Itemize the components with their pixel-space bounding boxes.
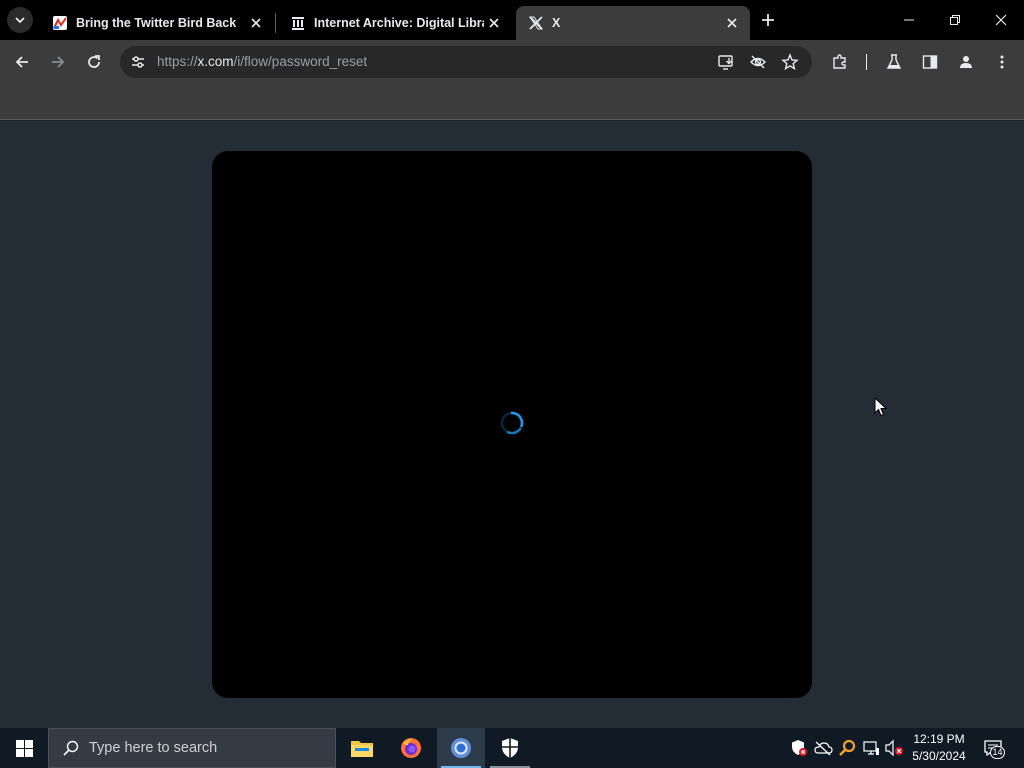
notification-count-badge: 14 xyxy=(990,746,1005,759)
minimize-button[interactable] xyxy=(886,0,932,40)
windows-logo-icon xyxy=(15,739,33,757)
bookmark-star-icon[interactable] xyxy=(778,50,802,74)
close-tab-icon[interactable] xyxy=(722,13,742,33)
arrow-left-icon xyxy=(15,56,28,68)
tray-search-tool[interactable] xyxy=(837,738,857,758)
firefox-icon xyxy=(401,738,421,758)
site-info-icon[interactable] xyxy=(126,50,150,74)
page-content xyxy=(0,121,1024,728)
tray-security-alert[interactable] xyxy=(789,738,809,758)
loading-spinner-icon xyxy=(500,411,524,435)
restore-icon xyxy=(950,15,960,25)
close-tab-icon[interactable] xyxy=(484,13,504,33)
plus-icon xyxy=(762,14,774,26)
file-explorer-icon xyxy=(351,741,373,757)
url-scheme: https:// xyxy=(157,54,198,69)
twitter-bird-extension-icon xyxy=(52,15,68,31)
profile-button[interactable] xyxy=(952,48,980,76)
tray-network[interactable] xyxy=(861,738,881,758)
tab-title: Bring the Twitter Bird Back xyxy=(76,16,237,30)
search-icon xyxy=(61,738,81,758)
browser-menu-button[interactable] xyxy=(988,48,1016,76)
tab-separator xyxy=(275,13,276,33)
taskbar-chrome[interactable] xyxy=(437,728,485,768)
browser-toolbar: https://x.com/i/flow/password_reset xyxy=(0,40,1024,84)
x-logo-icon xyxy=(528,15,544,31)
puzzle-icon xyxy=(833,54,846,69)
restore-button[interactable] xyxy=(932,0,978,40)
chrome-icon xyxy=(451,738,471,758)
search-placeholder: Type here to search xyxy=(89,740,218,756)
labs-button[interactable] xyxy=(880,48,908,76)
url-text[interactable]: https://x.com/i/flow/password_reset xyxy=(157,54,367,69)
url-path: /i/flow/password_reset xyxy=(233,54,368,69)
chevron-down-icon xyxy=(15,17,25,24)
bookmarks-bar xyxy=(0,84,1024,120)
tab-search-button[interactable] xyxy=(7,7,33,33)
forward-button[interactable] xyxy=(44,48,72,76)
tab-title: X xyxy=(552,16,561,30)
extensions-button[interactable] xyxy=(826,48,854,76)
password-reset-modal xyxy=(212,151,812,698)
clock-time: 12:19 PM xyxy=(913,732,965,746)
reload-icon xyxy=(88,55,100,68)
internet-archive-icon xyxy=(290,15,306,31)
taskbar-file-explorer[interactable] xyxy=(338,728,386,768)
close-window-button[interactable] xyxy=(978,0,1024,40)
tab-x[interactable]: X xyxy=(516,6,750,40)
flask-icon xyxy=(886,54,902,69)
tracking-protection-eye-off-icon[interactable] xyxy=(746,50,770,74)
tray-onedrive[interactable] xyxy=(813,738,833,758)
side-panel-icon xyxy=(922,55,938,69)
network-icon xyxy=(863,741,879,755)
tab-internet-archive[interactable]: Internet Archive: Digital Library xyxy=(278,6,512,40)
url-host: x.com xyxy=(197,54,234,69)
reload-button[interactable] xyxy=(80,48,108,76)
more-vertical-icon xyxy=(1000,55,1004,69)
windows-security-icon xyxy=(502,738,518,758)
cloud-off-icon xyxy=(814,741,833,756)
close-tab-icon[interactable] xyxy=(246,13,266,33)
back-button[interactable] xyxy=(8,48,36,76)
taskbar-firefox[interactable] xyxy=(387,728,435,768)
tray-volume[interactable] xyxy=(884,738,904,758)
windows-taskbar: Type here to search 12:19 PM 5/30/2024 1… xyxy=(0,728,1024,768)
tab-title: Internet Archive: Digital Library xyxy=(314,16,484,30)
toolbar-divider xyxy=(866,54,867,70)
address-bar[interactable]: https://x.com/i/flow/password_reset xyxy=(120,46,812,78)
system-clock[interactable]: 12:19 PM 5/30/2024 xyxy=(906,731,972,765)
taskbar-windows-security[interactable] xyxy=(486,728,534,768)
install-app-icon[interactable] xyxy=(714,50,738,74)
arrow-right-icon xyxy=(52,56,65,68)
person-icon xyxy=(960,56,972,68)
volume-muted-icon xyxy=(885,739,903,757)
shield-alert-icon xyxy=(792,740,807,756)
clock-date: 5/30/2024 xyxy=(912,749,966,763)
side-panel-button[interactable] xyxy=(916,48,944,76)
magnifier-orange-icon xyxy=(839,739,856,756)
notification-center-button[interactable]: 14 xyxy=(980,736,1006,760)
minimize-icon xyxy=(904,19,914,21)
start-button[interactable] xyxy=(0,728,48,768)
taskbar-search-box[interactable]: Type here to search xyxy=(48,728,336,768)
close-icon xyxy=(995,14,1007,26)
new-tab-button[interactable] xyxy=(756,8,780,32)
tab-bring-twitter-bird-back[interactable]: Bring the Twitter Bird Back xyxy=(40,6,274,40)
tab-strip: Bring the Twitter Bird Back Internet Arc… xyxy=(0,0,1024,40)
mouse-cursor-icon xyxy=(874,397,888,417)
